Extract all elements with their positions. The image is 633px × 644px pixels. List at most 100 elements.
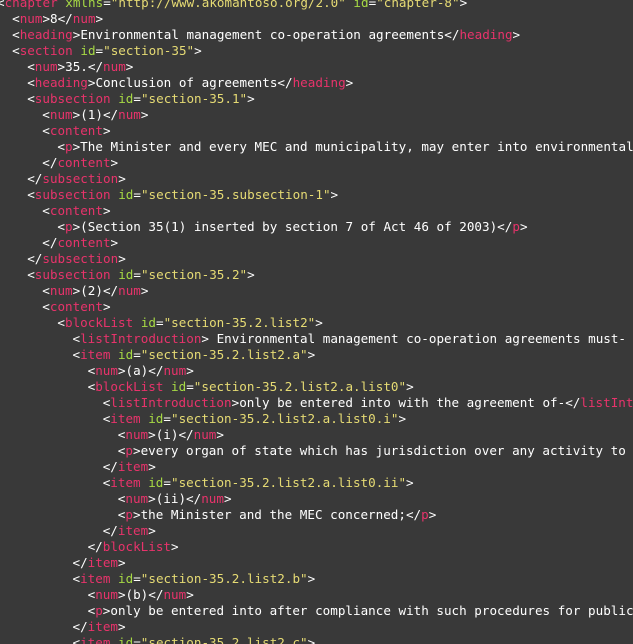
code-text: > — [110, 235, 119, 250]
xml-attribute-value: "section-35.2.list2.a.list0.ii" — [170, 475, 407, 490]
code-text: = — [163, 411, 171, 426]
xml-attribute: id — [118, 267, 134, 282]
code-text: > — [110, 155, 119, 170]
xml-tag-name: item — [110, 411, 141, 426]
code-line: <chapter xmlns="http://www.akomantoso.or… — [0, 0, 467, 11]
code-text: < — [72, 635, 81, 644]
code-text: > — [512, 27, 521, 42]
xml-tag-name: item — [80, 347, 111, 362]
xml-tag-name: subsection — [42, 171, 119, 186]
code-text: > — [118, 555, 126, 570]
code-line: <content> — [42, 299, 110, 315]
code-text: > — [247, 91, 255, 106]
code-text: >8</ — [42, 11, 73, 26]
xml-tag-name: p — [95, 603, 103, 618]
code-text: >(b)</ — [117, 587, 164, 602]
code-text: < — [72, 331, 81, 346]
code-text: </ — [42, 155, 58, 170]
code-text: >only be entered into after compliance w… — [102, 603, 633, 618]
code-line: </item> — [73, 555, 126, 571]
xml-attribute-value: "http://www.akomantoso.org/2.0" — [110, 0, 346, 10]
xml-tag-name: p — [512, 219, 520, 234]
code-text: < — [42, 123, 50, 138]
xml-attribute-value: "section-35.subsection-1" — [140, 187, 331, 202]
xml-tag-name: num — [34, 59, 58, 74]
code-line: <num>(a)</num> — [88, 363, 194, 379]
xml-tag-name: num — [49, 107, 73, 122]
code-text: < — [12, 11, 20, 26]
xml-tag-name: num — [118, 107, 141, 122]
xml-attribute: xmlns — [65, 0, 104, 10]
xml-tag-name: num — [125, 491, 149, 506]
xml-tag-name: subsection — [34, 91, 111, 106]
code-text: > — [406, 475, 414, 490]
code-text: = — [133, 571, 141, 586]
code-text: >(ii)</ — [148, 491, 202, 506]
xml-attribute: id — [118, 635, 134, 644]
code-text: = — [95, 43, 104, 58]
xml-tag-name: num — [201, 491, 224, 506]
code-text: = — [133, 187, 141, 202]
code-text: > — [140, 283, 149, 298]
code-text: > Environmental management co-operation … — [201, 331, 633, 346]
code-line: <num>8</num> — [12, 11, 103, 27]
code-line: <content> — [42, 123, 110, 139]
code-text: > — [307, 571, 316, 586]
code-text: </ — [72, 619, 88, 634]
code-line: </blockList> — [88, 539, 179, 555]
xml-tag-name: p — [125, 507, 133, 522]
xml-tag-name: p — [125, 443, 133, 458]
code-text: </ — [27, 251, 43, 266]
xml-tag-name: num — [49, 283, 73, 298]
code-line: <num>35.</num> — [27, 59, 133, 75]
code-line: <listIntroduction>only be entered into w… — [103, 395, 633, 411]
code-line: <subsection id="section-35.2"> — [27, 267, 255, 283]
code-line: <num>(i)</num> — [118, 427, 224, 443]
xml-tag-name: content — [57, 155, 111, 170]
code-text: = — [133, 635, 141, 644]
code-line: <p>The Minister and every MEC and munici… — [57, 139, 633, 155]
xml-tag-name: num — [125, 427, 149, 442]
code-text: < — [27, 75, 35, 90]
xml-tag-name: num — [72, 11, 96, 26]
code-text: = — [186, 379, 194, 394]
code-line: <num>(2)</num> — [42, 283, 148, 299]
code-text: < — [42, 283, 50, 298]
xml-tag-name: item — [117, 459, 149, 474]
code-text: </ — [87, 539, 103, 554]
code-text: >(2)</ — [72, 283, 119, 298]
xml-attribute-value: "section-35.2.list2.a.list0.i" — [170, 411, 399, 426]
xml-tag-name: content — [49, 203, 103, 218]
xml-tag-name: subsection — [42, 251, 119, 266]
xml-attribute-value: "section-35.2.list2.b" — [140, 571, 308, 586]
code-text: >(i)</ — [148, 427, 194, 442]
code-text: > — [519, 219, 528, 234]
code-text: </ — [102, 459, 118, 474]
xml-tag-name: heading — [459, 27, 513, 42]
code-text: < — [57, 315, 65, 330]
xml-attribute-value: "section-35.2.list2.a.list0" — [193, 379, 407, 394]
xml-tag-name: num — [19, 11, 43, 26]
code-text: >(1)</ — [72, 107, 119, 122]
xml-tag-name: num — [118, 283, 141, 298]
code-text: > — [186, 587, 194, 602]
code-line: <heading>Environmental management co-ope… — [12, 27, 520, 43]
code-text: > — [102, 123, 111, 138]
xml-attribute: id — [80, 43, 96, 58]
code-line: <listIntroduction> Environmental managem… — [73, 331, 633, 347]
code-text: > — [95, 11, 104, 26]
code-text: > — [194, 43, 202, 58]
code-editor[interactable]: <chapter xmlns="http://www.akomantoso.or… — [0, 0, 633, 644]
code-line: <section id="section-35"> — [12, 43, 202, 59]
xml-tag-name: num — [163, 587, 187, 602]
xml-attribute-value: "section-35.2.list2.a" — [140, 347, 308, 362]
xml-tag-name: blockList — [64, 315, 134, 330]
code-line: </content> — [42, 155, 118, 171]
code-text: < — [27, 91, 35, 106]
xml-tag-name: listIntrodu — [580, 395, 633, 410]
xml-tag-name: listIntroduction — [80, 331, 202, 346]
code-text: > — [307, 635, 316, 644]
code-text: = — [133, 91, 141, 106]
